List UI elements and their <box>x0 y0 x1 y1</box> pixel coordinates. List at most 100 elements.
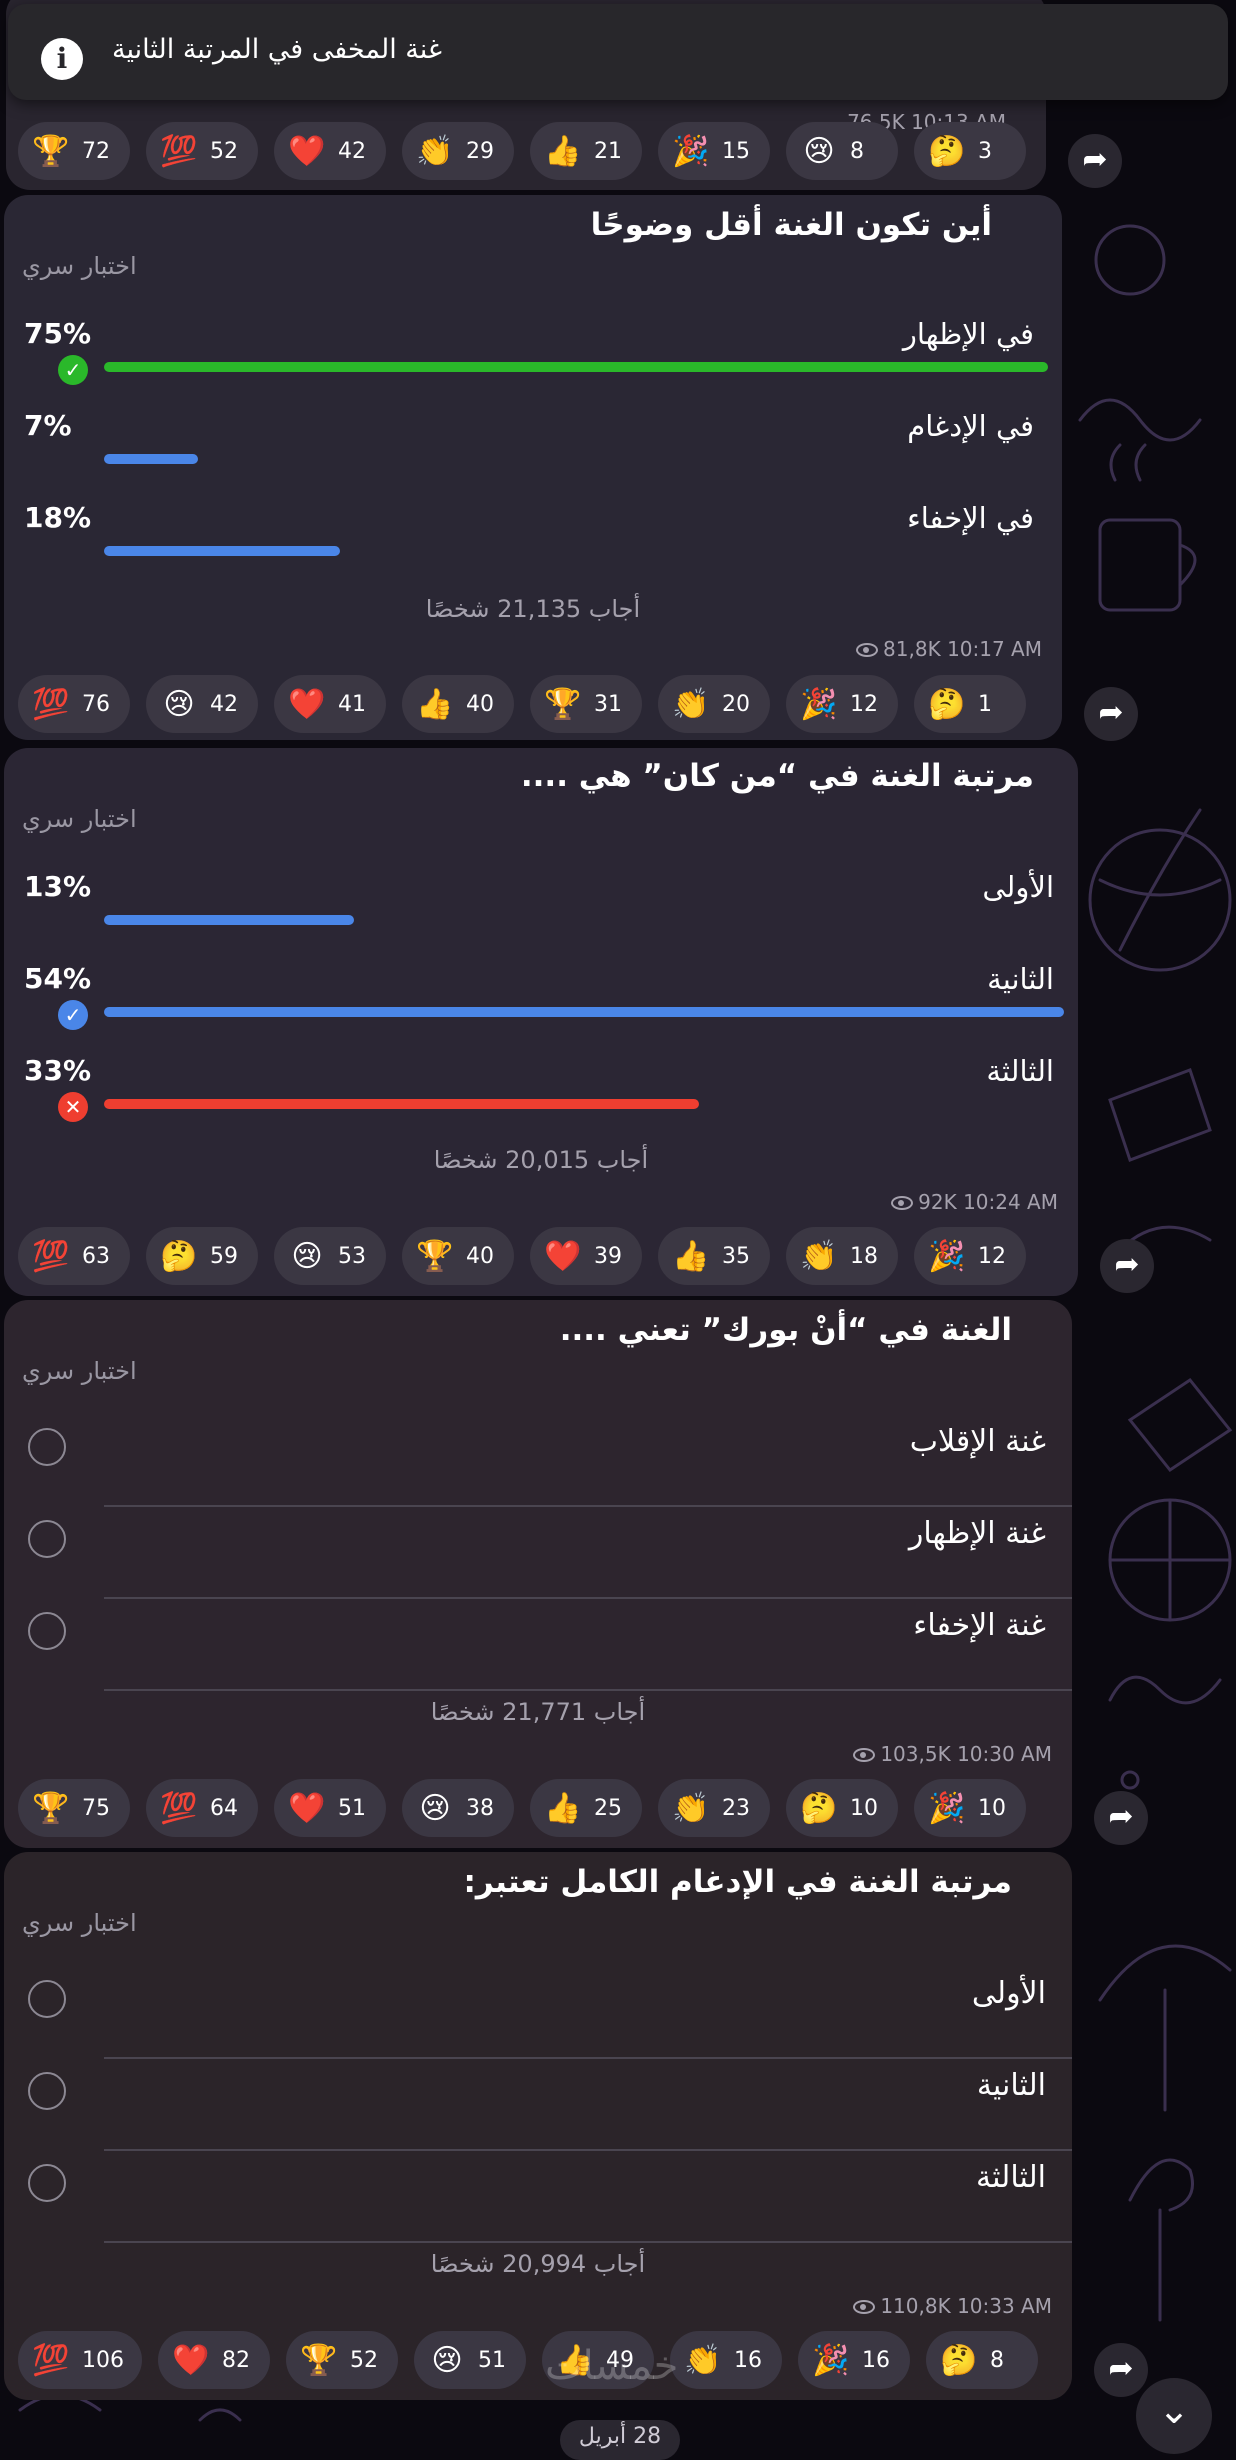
reaction-pill[interactable]: 🏆 31 <box>530 675 642 733</box>
reactions-bar: 💯 63 🤔 59 😢 53 🏆 40 ❤️ 39 👍 35 👏 18 🎉 12 <box>18 1227 1042 1285</box>
poll-vote-option[interactable]: غنة الإخفاء <box>4 1598 1072 1691</box>
reaction-count: 31 <box>594 691 622 717</box>
option-text: الثانية <box>987 962 1054 996</box>
poll-vote-option[interactable]: الثانية <box>4 2058 1072 2151</box>
reaction-count: 16 <box>862 2347 890 2373</box>
reaction-pill[interactable]: 😢 53 <box>274 1227 386 1285</box>
reaction-pill[interactable]: 🏆 52 <box>286 2331 398 2389</box>
reaction-pill[interactable]: 🏆 75 <box>18 1779 130 1837</box>
reaction-pill[interactable]: ❤️ 82 <box>158 2331 270 2389</box>
option-text: غنة الإظهار <box>908 1516 1046 1551</box>
reaction-pill[interactable]: 💯 52 <box>146 122 258 180</box>
reaction-pill[interactable]: 👏 29 <box>402 122 514 180</box>
poll-vote-option[interactable]: الثالثة <box>4 2150 1072 2243</box>
result-bar <box>104 362 1048 372</box>
reaction-pill[interactable]: 🏆 40 <box>402 1227 514 1285</box>
reaction-count: 12 <box>978 1243 1006 1269</box>
reaction-pill[interactable]: 🤔 59 <box>146 1227 258 1285</box>
forward-button[interactable]: ➦ <box>1068 134 1122 188</box>
reaction-pill[interactable]: 🏆 72 <box>18 122 130 180</box>
reaction-pill[interactable]: 👏 20 <box>658 675 770 733</box>
reaction-count: 16 <box>734 2347 762 2373</box>
reactions-bar: 💯 76 😢 42 ❤️ 41 👍 40 🏆 31 👏 20 🎉 12 🤔 1 <box>18 675 1042 733</box>
reaction-pill[interactable]: ❤️ 51 <box>274 1779 386 1837</box>
reaction-count: 8 <box>850 138 864 164</box>
reaction-pill[interactable]: 😢 38 <box>402 1779 514 1837</box>
reaction-pill[interactable]: 👍 21 <box>530 122 642 180</box>
poll-vote-option[interactable]: غنة الإقلاب <box>4 1414 1072 1507</box>
reaction-pill[interactable]: 🤔 3 <box>914 122 1026 180</box>
reaction-count: 25 <box>594 1795 622 1821</box>
reaction-emoji-icon: 🤔 <box>160 1238 198 1274</box>
reaction-pill[interactable]: ❤️ 39 <box>530 1227 642 1285</box>
poll-vote-option[interactable]: الأولى <box>4 1966 1072 2059</box>
poll-bubble: الغنة في “أنْ بورك” تعني .... اختبار سري… <box>4 1300 1072 1848</box>
voters-count[interactable]: أجاب 20,015 شخصًا <box>4 1146 1078 1174</box>
option-text: الثانية <box>976 2068 1046 2103</box>
reaction-count: 42 <box>210 691 238 717</box>
reaction-pill[interactable]: 🤔 8 <box>926 2331 1038 2389</box>
reaction-count: 21 <box>594 138 622 164</box>
option-percent: 54% <box>24 962 92 995</box>
poll-result-option: 33% الثالثة ✕ <box>4 1054 1078 1146</box>
reaction-emoji-icon: ❤️ <box>288 133 326 169</box>
reaction-emoji-icon: 👏 <box>672 686 710 722</box>
reaction-count: 3 <box>978 138 992 164</box>
reaction-count: 20 <box>722 691 750 717</box>
reaction-pill[interactable]: 👍 25 <box>530 1779 642 1837</box>
voters-count[interactable]: أجاب 21,771 شخصًا <box>4 1698 1072 1726</box>
radio-button[interactable] <box>28 1520 66 1558</box>
reaction-pill[interactable]: 🎉 12 <box>914 1227 1026 1285</box>
reaction-pill[interactable]: 💯 64 <box>146 1779 258 1837</box>
voters-count[interactable]: أجاب 21,135 شخصًا <box>4 595 1062 623</box>
reaction-pill[interactable]: 👏 18 <box>786 1227 898 1285</box>
reaction-emoji-icon: 👏 <box>800 1238 838 1274</box>
reaction-pill[interactable]: ❤️ 42 <box>274 122 386 180</box>
option-percent: 75% <box>24 317 92 350</box>
reaction-emoji-icon: 💯 <box>160 133 198 169</box>
reaction-pill[interactable]: 👏 23 <box>658 1779 770 1837</box>
reaction-pill[interactable]: 🎉 10 <box>914 1779 1026 1837</box>
forward-button[interactable]: ➦ <box>1094 1791 1148 1845</box>
reaction-pill[interactable]: 🤔 10 <box>786 1779 898 1837</box>
reaction-pill[interactable]: 🎉 12 <box>786 675 898 733</box>
reaction-count: 53 <box>338 1243 366 1269</box>
poll-question: أين تكون الغنة أقل وضوحًا <box>590 207 992 243</box>
radio-button[interactable] <box>28 1980 66 2018</box>
reaction-pill[interactable]: ❤️ 41 <box>274 675 386 733</box>
reaction-pill[interactable]: 💯 76 <box>18 675 130 733</box>
option-text: الثالثة <box>976 2160 1046 2195</box>
forward-button[interactable]: ➦ <box>1094 2343 1148 2397</box>
reaction-emoji-icon: 👍 <box>544 133 582 169</box>
watermark: خمسات <box>545 2343 679 2389</box>
reaction-pill[interactable]: 🎉 16 <box>798 2331 910 2389</box>
reaction-pill[interactable]: 👍 40 <box>402 675 514 733</box>
reaction-pill[interactable]: 😢 8 <box>786 122 898 180</box>
radio-button[interactable] <box>28 1428 66 1466</box>
reaction-pill[interactable]: 😢 51 <box>414 2331 526 2389</box>
reaction-pill[interactable]: 👍 35 <box>658 1227 770 1285</box>
forward-button[interactable]: ➦ <box>1084 687 1138 741</box>
forward-button[interactable]: ➦ <box>1100 1239 1154 1293</box>
reaction-count: 72 <box>82 138 110 164</box>
reaction-pill[interactable]: 💯 106 <box>18 2331 142 2389</box>
radio-button[interactable] <box>28 2164 66 2202</box>
views-eye-icon <box>891 1196 914 1210</box>
reaction-pill[interactable]: 🤔 1 <box>914 675 1026 733</box>
reaction-pill[interactable]: 💯 63 <box>18 1227 130 1285</box>
reaction-count: 51 <box>338 1795 366 1821</box>
reaction-emoji-icon: ❤️ <box>172 2342 210 2378</box>
radio-button[interactable] <box>28 1612 66 1650</box>
reaction-emoji-icon: ❤️ <box>288 686 326 722</box>
poll-vote-option[interactable]: غنة الإظهار <box>4 1506 1072 1599</box>
reaction-pill[interactable]: 👏 16 <box>670 2331 782 2389</box>
reaction-count: 12 <box>850 691 878 717</box>
reaction-pill[interactable]: 😢 42 <box>146 675 258 733</box>
poll-type-label: اختبار سري <box>22 805 137 833</box>
voters-count[interactable]: أجاب 20,994 شخصًا <box>4 2250 1072 2278</box>
radio-button[interactable] <box>28 2072 66 2110</box>
reaction-emoji-icon: 🏆 <box>300 2342 338 2378</box>
reaction-emoji-icon: 😢 <box>803 133 835 169</box>
reaction-pill[interactable]: 🎉 15 <box>658 122 770 180</box>
option-text: الأولى <box>971 1976 1046 2011</box>
